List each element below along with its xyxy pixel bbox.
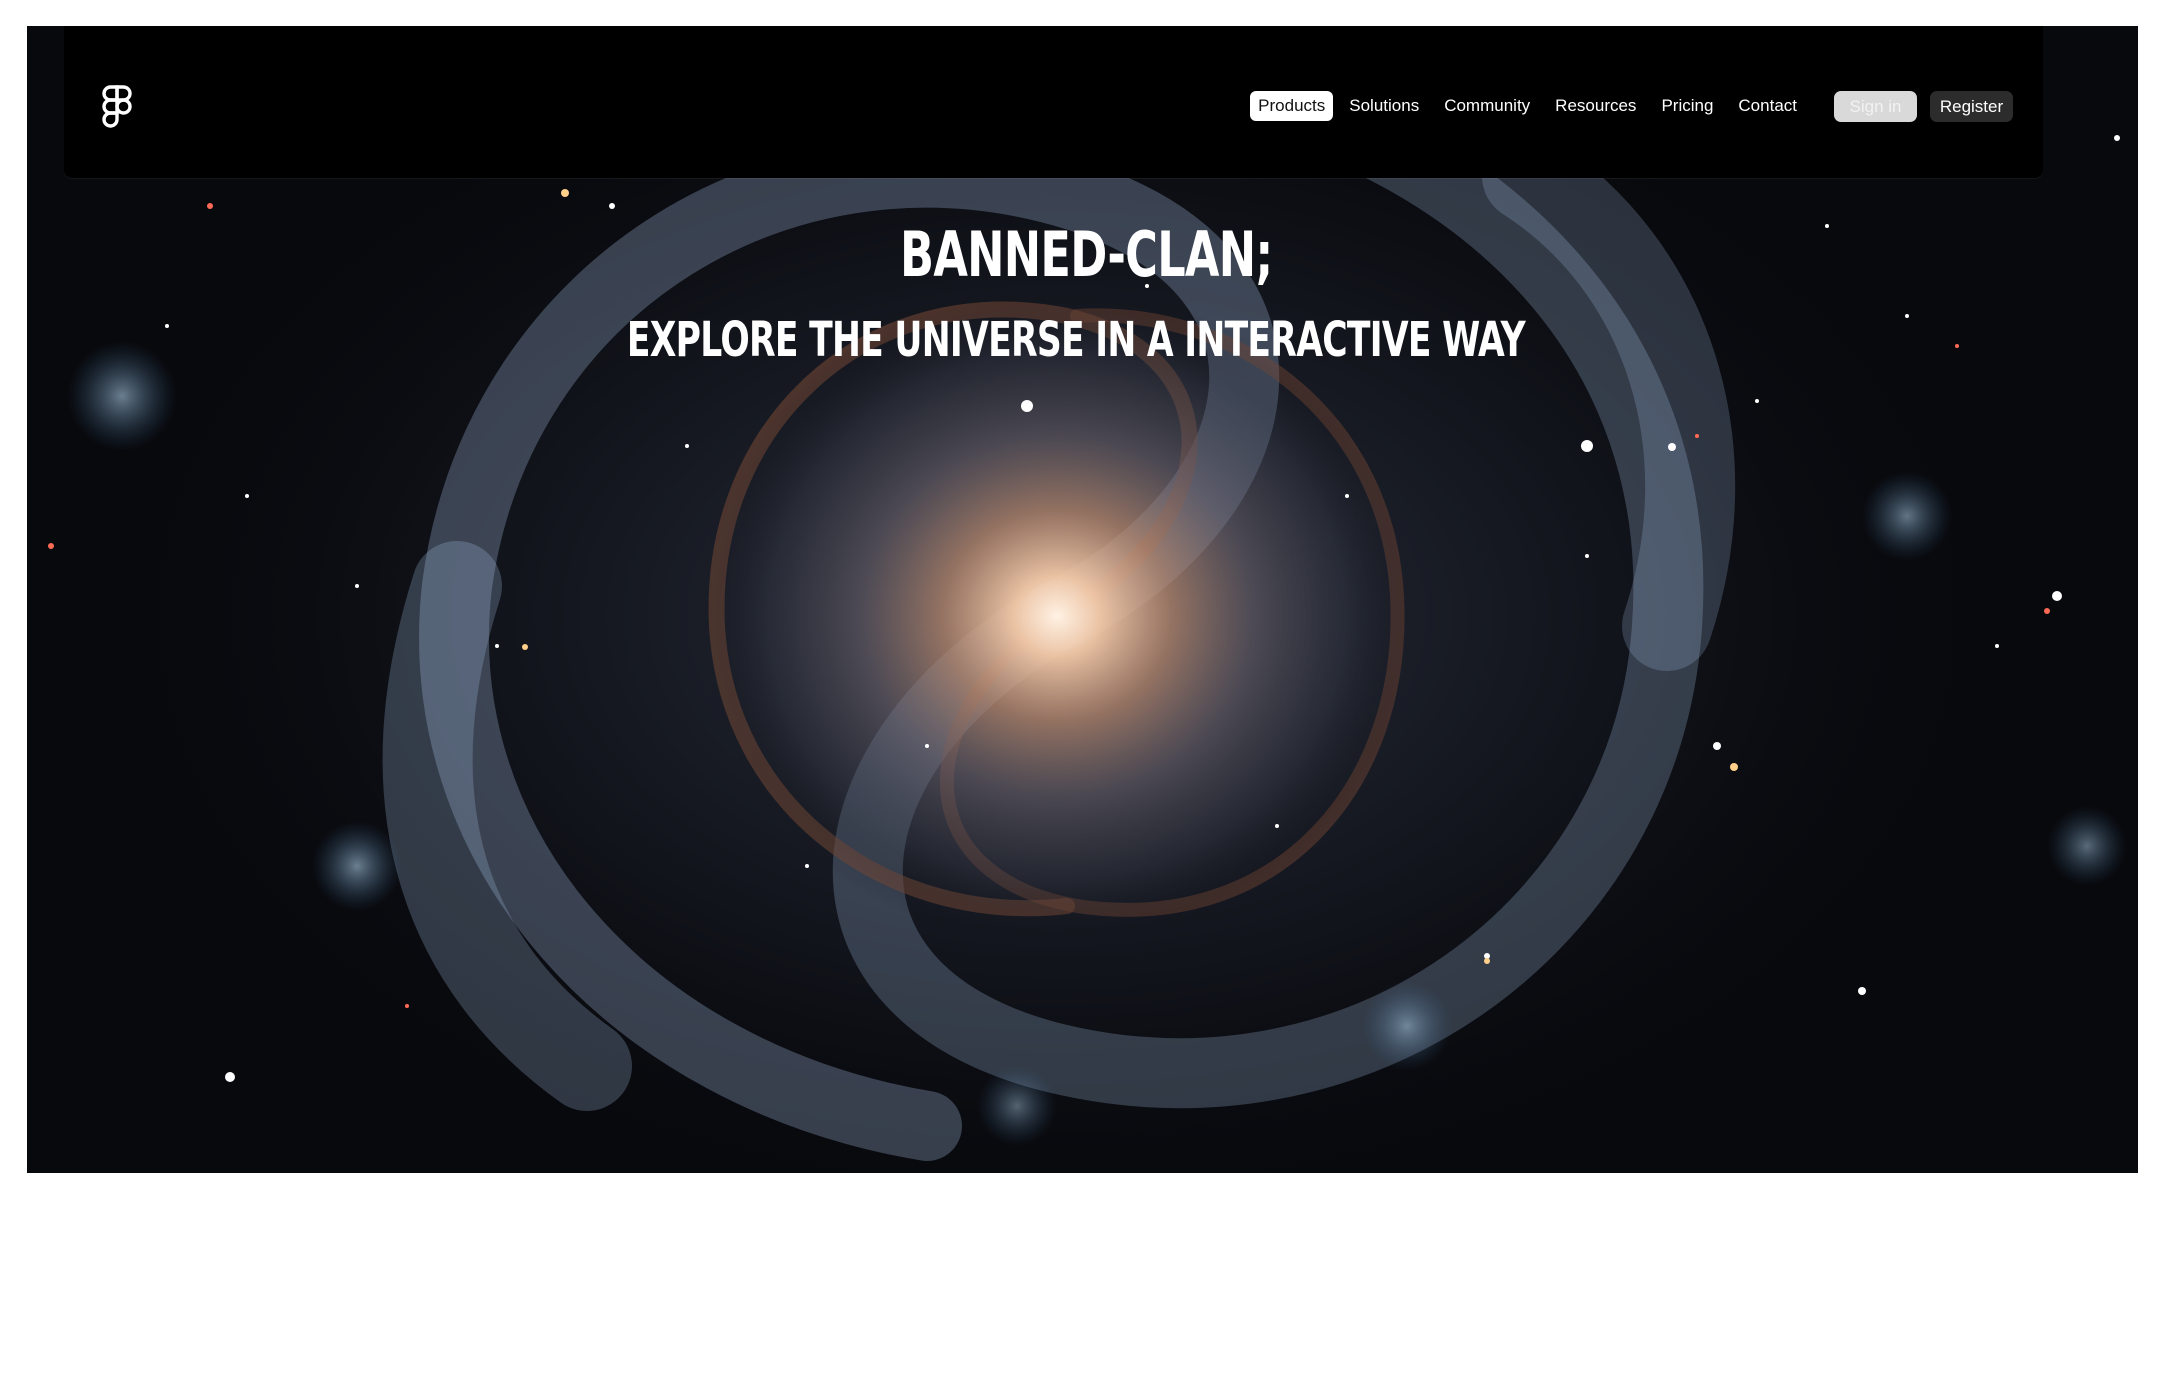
nav-link-pricing[interactable]: Pricing <box>1650 91 1724 121</box>
hero-title: BANNED-CLAN; <box>900 218 1273 291</box>
galaxy-background-image <box>27 26 2138 1173</box>
nav-link-resources[interactable]: Resources <box>1544 91 1647 121</box>
sign-in-button[interactable]: Sign in <box>1834 90 1917 122</box>
nav-link-solutions[interactable]: Solutions <box>1338 91 1430 121</box>
register-button[interactable]: Register <box>1930 90 2013 122</box>
nav-link-products[interactable]: Products <box>1250 91 1334 121</box>
top-navigation-bar: Products Solutions Community Resources P… <box>64 26 2043 178</box>
hero-subtitle: EXPLORE THE UNIVERSE IN A INTERACTIVE WA… <box>626 312 1526 368</box>
page: Products Solutions Community Resources P… <box>0 0 2165 1385</box>
main-nav: Products Solutions Community Resources P… <box>1250 89 2013 123</box>
hero-section: Products Solutions Community Resources P… <box>27 26 2138 1173</box>
nav-link-contact[interactable]: Contact <box>1727 91 1808 121</box>
nav-link-community[interactable]: Community <box>1433 91 1541 121</box>
figma-logo-icon[interactable] <box>101 84 133 130</box>
